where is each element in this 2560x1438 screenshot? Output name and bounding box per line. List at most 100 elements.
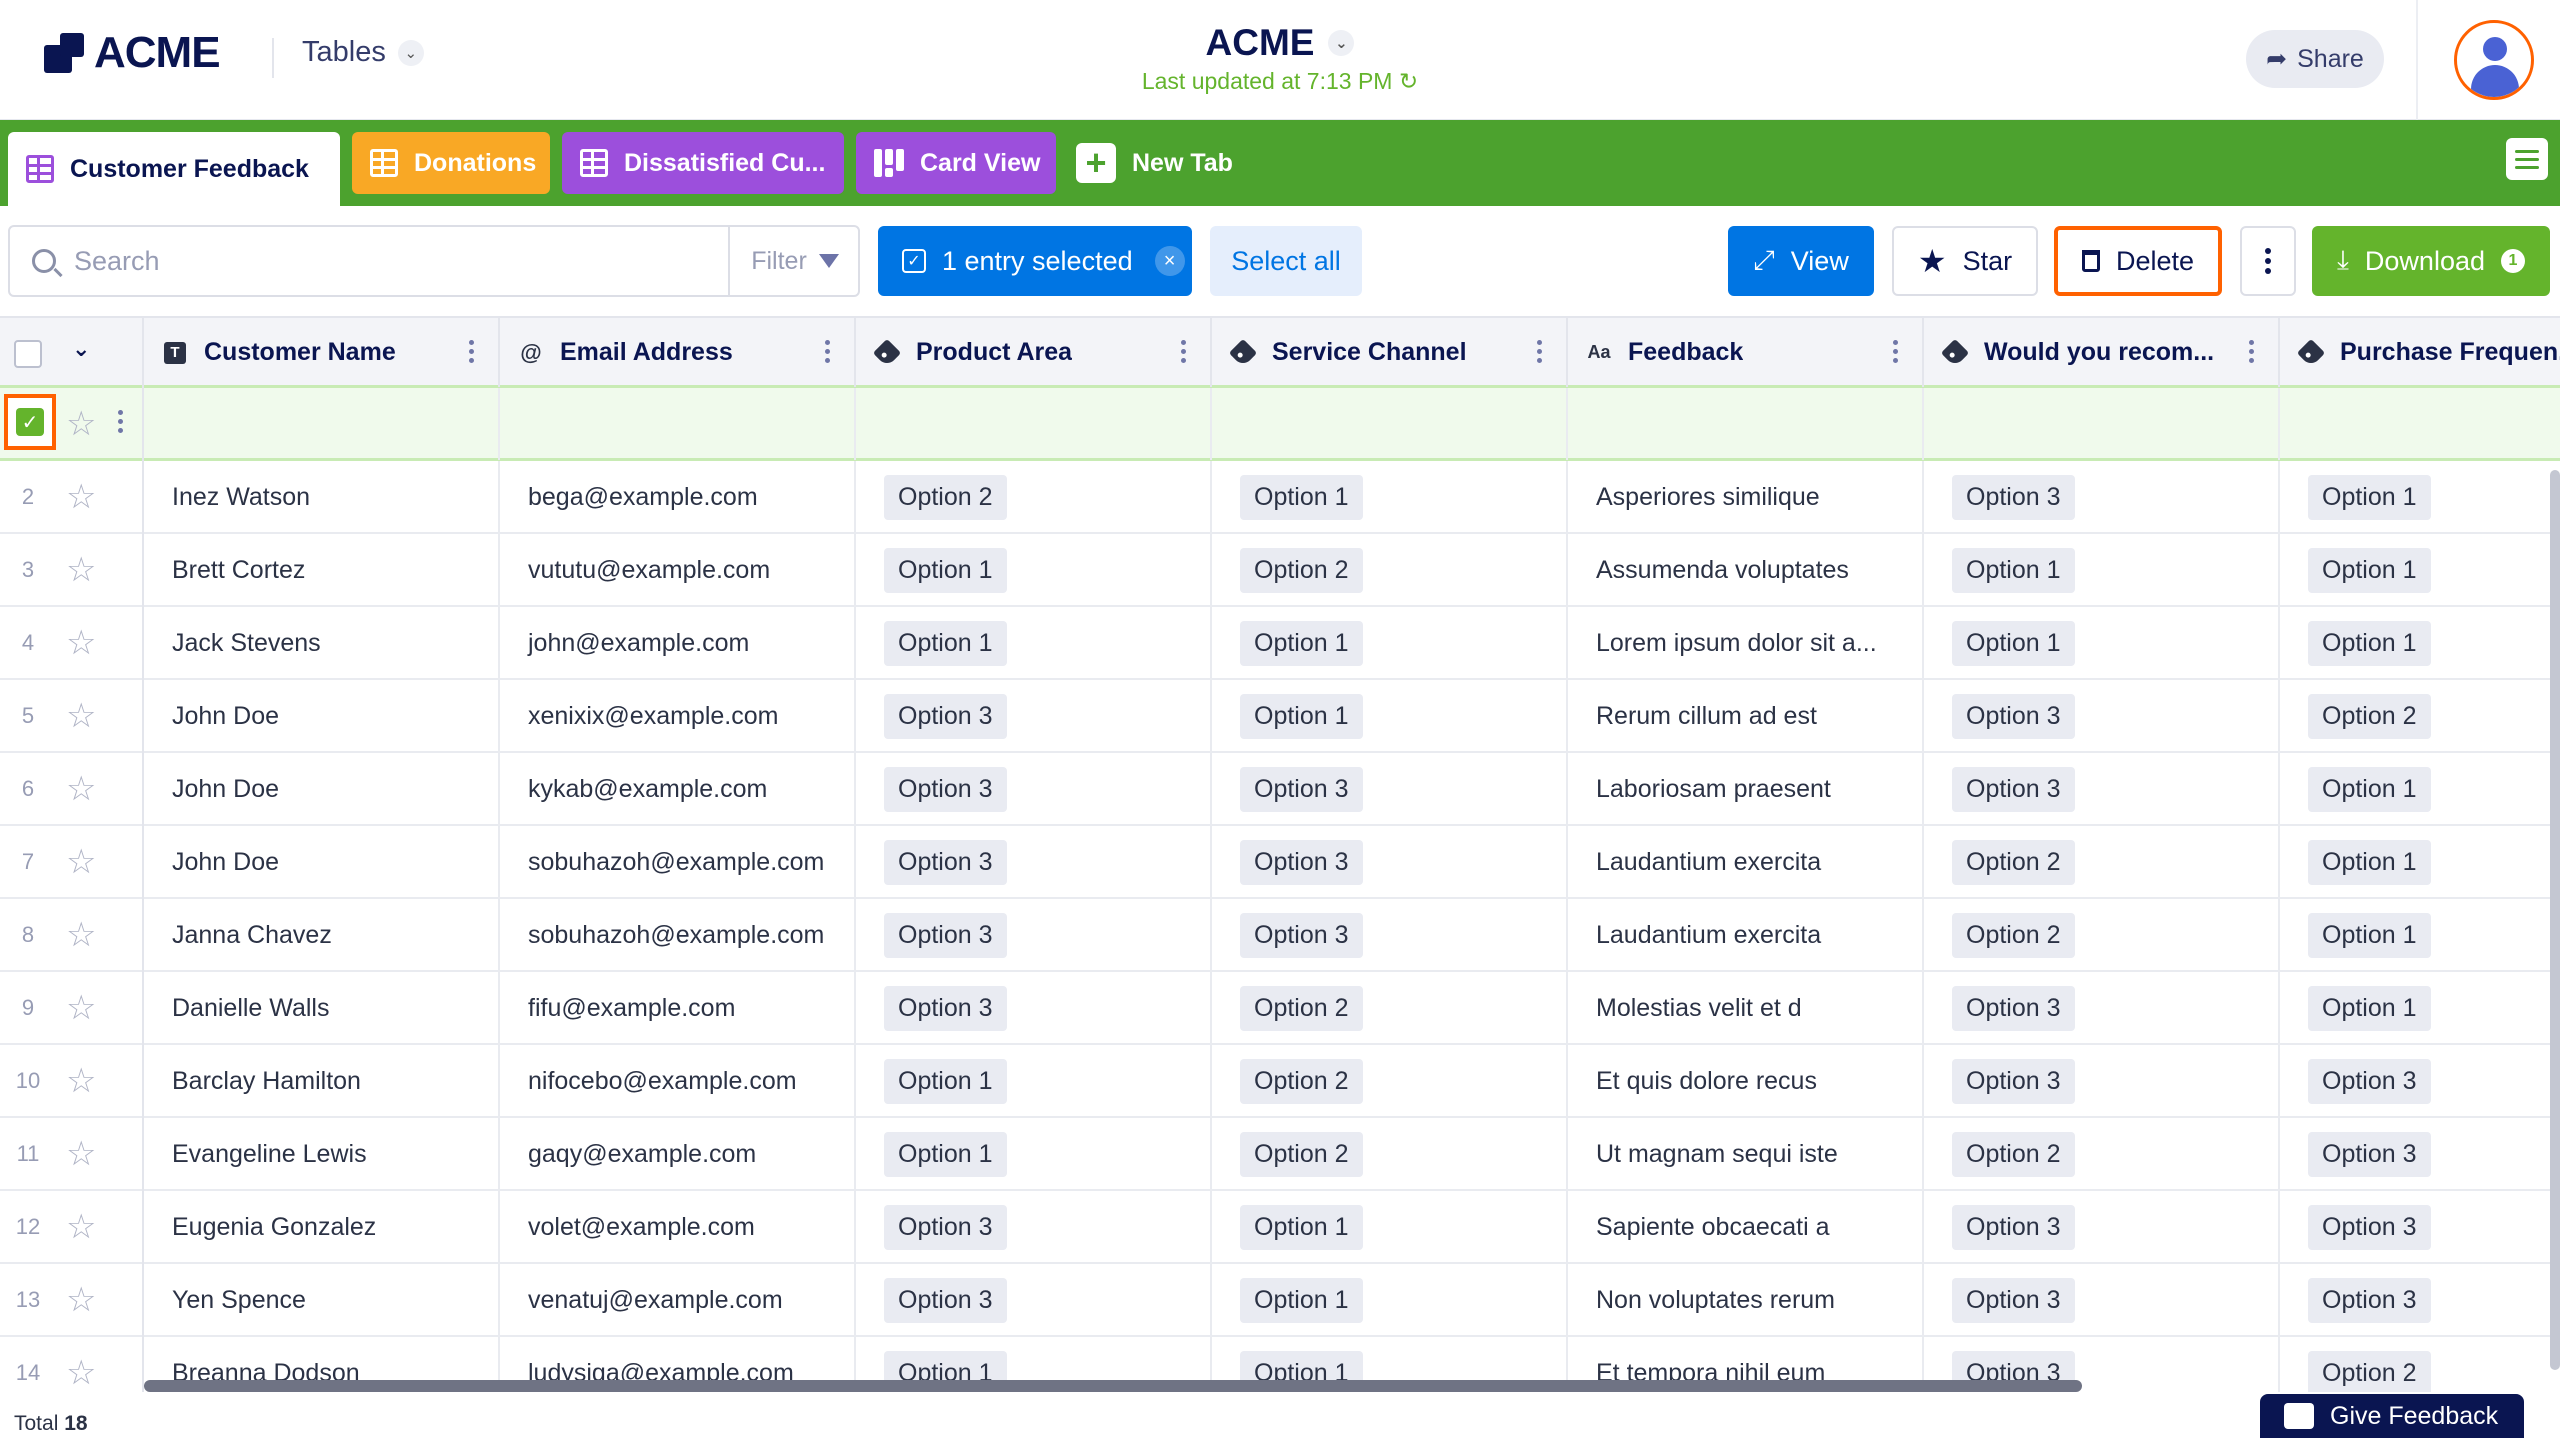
table-cell[interactable]: Sapiente obcaecati a xyxy=(1568,1191,1924,1263)
table-cell[interactable]: Option 1 xyxy=(1212,1264,1568,1336)
table-cell[interactable]: Option 1 xyxy=(1924,534,2280,606)
star-icon[interactable]: ☆ xyxy=(66,407,96,441)
table-cell[interactable]: Option 1 xyxy=(1212,461,1568,533)
star-icon[interactable]: ☆ xyxy=(66,553,96,587)
table-cell[interactable]: Option 3 xyxy=(2280,1264,2560,1336)
table-cell[interactable]: Option 1 xyxy=(1212,607,1568,679)
table-cell[interactable]: Lorem ipsum dolor sit a... xyxy=(1568,607,1924,679)
tab-new-tab[interactable]: + New Tab xyxy=(1070,132,1260,194)
table-cell[interactable]: nifocebo@example.com xyxy=(500,1045,856,1117)
table-cell[interactable]: Laboriosam praesent xyxy=(1568,753,1924,825)
row-select-checkbox[interactable]: ✓ xyxy=(4,394,56,450)
table-cell[interactable]: Option 3 xyxy=(856,899,1212,971)
table-cell[interactable]: John Doe xyxy=(144,826,500,898)
table-cell[interactable]: Option 3 xyxy=(2280,1191,2560,1263)
tab-card-view[interactable]: Card View xyxy=(856,132,1056,194)
table-cell[interactable]: Option 3 xyxy=(1924,1191,2280,1263)
column-options-icon[interactable] xyxy=(825,340,830,363)
table-cell[interactable]: Option 2 xyxy=(1212,972,1568,1044)
download-button[interactable]: ⤓ Download 1 xyxy=(2312,226,2550,296)
table-row[interactable]: 4 ☆ Jack Stevens john@example.com Option 1 Op… xyxy=(0,607,2560,680)
tab-customer-feedback[interactable]: Customer Feedback ⋮ xyxy=(8,132,340,206)
table-cell[interactable]: Option 3 xyxy=(1212,753,1568,825)
table-cell[interactable]: fifu@example.com xyxy=(500,972,856,1044)
table-row[interactable]: 13 ☆ Yen Spence venatuj@example.com Option 3… xyxy=(0,1264,2560,1337)
table-row[interactable]: 5 ☆ John Doe xenixix@example.com Option 3 Opt… xyxy=(0,680,2560,753)
table-cell[interactable]: Option 2 xyxy=(1924,1118,2280,1190)
delete-button[interactable]: Delete xyxy=(2054,226,2222,296)
table-cell[interactable]: Option 2 xyxy=(1924,826,2280,898)
table-row[interactable]: 11 ☆ Evangeline Lewis gaqy@example.com Optio… xyxy=(0,1118,2560,1191)
table-cell[interactable]: Option 1 xyxy=(1924,607,2280,679)
table-cell[interactable]: Option 1 xyxy=(856,607,1212,679)
table-row[interactable]: 2 ☆ Inez Watson bega@example.com Option 2 Opt… xyxy=(0,461,2560,534)
star-icon[interactable]: ☆ xyxy=(66,772,96,806)
star-icon[interactable]: ☆ xyxy=(66,845,96,879)
tables-dropdown[interactable]: Tables ⌄ xyxy=(302,36,424,69)
table-cell[interactable]: Molestias velit et d xyxy=(1568,972,1924,1044)
table-cell[interactable]: Assumenda voluptates xyxy=(1568,534,1924,606)
give-feedback-button[interactable]: Give Feedback xyxy=(2260,1394,2524,1438)
table-cell[interactable]: Option 3 xyxy=(2280,1118,2560,1190)
table-cell[interactable]: Option 3 xyxy=(856,972,1212,1044)
table-cell[interactable]: Eugenia Gonzalez xyxy=(144,1191,500,1263)
column-header[interactable]: @ Email Address xyxy=(500,318,856,387)
table-cell[interactable]: Danielle Walls xyxy=(144,972,500,1044)
table-cell[interactable]: Option 3 xyxy=(856,826,1212,898)
star-icon[interactable]: ☆ xyxy=(66,918,96,952)
table-row-selected[interactable]: ✓ ☆ xyxy=(0,388,2560,461)
share-button[interactable]: ➦ Share xyxy=(2246,30,2384,88)
drag-handle-icon[interactable]: ⋮ xyxy=(333,155,340,184)
table-cell[interactable]: Option 1 xyxy=(856,1045,1212,1117)
star-icon[interactable]: ☆ xyxy=(66,1283,96,1317)
table-cell[interactable]: Option 1 xyxy=(2280,534,2560,606)
table-cell[interactable]: John Doe xyxy=(144,753,500,825)
tab-donations[interactable]: Donations xyxy=(352,132,550,194)
column-options-icon[interactable] xyxy=(2249,340,2254,363)
table-cell[interactable]: xenixix@example.com xyxy=(500,680,856,752)
clear-selection-icon[interactable]: × xyxy=(1154,246,1185,276)
table-cell[interactable]: Yen Spence xyxy=(144,1264,500,1336)
column-options-icon[interactable] xyxy=(469,340,474,363)
app-title-dropdown[interactable]: ACME ⌄ xyxy=(1206,22,1355,64)
table-cell[interactable]: Non voluptates rerum xyxy=(1568,1264,1924,1336)
column-header[interactable]: Aa Feedback xyxy=(1568,318,1924,387)
table-cell[interactable]: sobuhazoh@example.com xyxy=(500,826,856,898)
star-icon[interactable]: ☆ xyxy=(66,1210,96,1244)
table-cell[interactable]: Option 3 xyxy=(856,1264,1212,1336)
select-all-button[interactable]: Select all xyxy=(1210,226,1362,296)
table-cell[interactable]: gaqy@example.com xyxy=(500,1118,856,1190)
acme-logo[interactable]: ACME xyxy=(44,28,221,78)
more-options-button[interactable] xyxy=(2240,226,2296,296)
table-cell[interactable]: Option 2 xyxy=(1212,1045,1568,1117)
table-cell[interactable]: Option 3 xyxy=(1924,680,2280,752)
table-cell[interactable]: Barclay Hamilton xyxy=(144,1045,500,1117)
table-cell[interactable]: Jack Stevens xyxy=(144,607,500,679)
table-cell[interactable]: Option 2 xyxy=(1212,534,1568,606)
table-cell[interactable]: Option 3 xyxy=(1924,1264,2280,1336)
table-cell[interactable] xyxy=(1568,388,1924,460)
select-all-checkbox[interactable] xyxy=(14,340,42,368)
table-cell[interactable]: Asperiores similique xyxy=(1568,461,1924,533)
star-icon[interactable]: ☆ xyxy=(66,991,96,1025)
table-cell[interactable]: Laudantium exercita xyxy=(1568,826,1924,898)
table-cell[interactable]: Option 2 xyxy=(1924,899,2280,971)
table-cell[interactable]: john@example.com xyxy=(500,607,856,679)
table-row[interactable]: 6 ☆ John Doe kykab@example.com Option 3 Optio… xyxy=(0,753,2560,826)
table-cell[interactable]: Option 2 xyxy=(856,461,1212,533)
table-cell[interactable]: Option 3 xyxy=(1924,972,2280,1044)
table-cell[interactable] xyxy=(1924,388,2280,460)
row-options-icon[interactable] xyxy=(118,410,123,433)
table-cell[interactable]: Option 1 xyxy=(856,534,1212,606)
table-cell[interactable]: Option 3 xyxy=(1924,1045,2280,1117)
table-cell[interactable]: Option 3 xyxy=(2280,1045,2560,1117)
table-cell[interactable]: kykab@example.com xyxy=(500,753,856,825)
table-cell[interactable]: Option 1 xyxy=(2280,972,2560,1044)
search-input[interactable] xyxy=(74,235,714,287)
table-cell[interactable]: bega@example.com xyxy=(500,461,856,533)
table-cell[interactable]: Option 1 xyxy=(2280,607,2560,679)
table-cell[interactable]: Option 3 xyxy=(1924,461,2280,533)
table-cell[interactable] xyxy=(1212,388,1568,460)
table-cell[interactable]: venatuj@example.com xyxy=(500,1264,856,1336)
column-header[interactable]: Purchase Frequen... xyxy=(2280,318,2560,387)
